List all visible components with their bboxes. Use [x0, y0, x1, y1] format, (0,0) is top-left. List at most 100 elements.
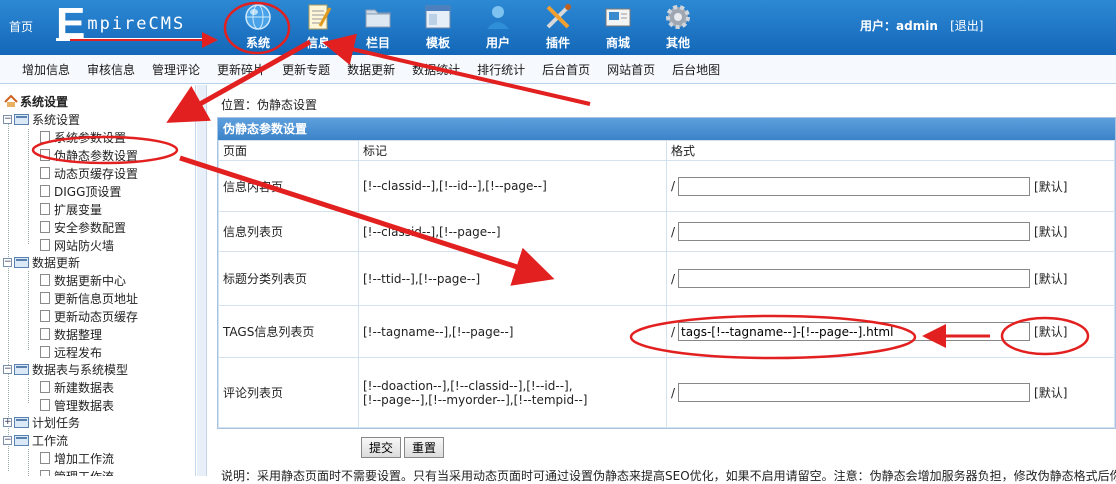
form-buttons: 提交 重置 [361, 437, 447, 458]
tree-item[interactable]: 数据整理 [40, 325, 102, 343]
default-link[interactable]: [默认] [1034, 223, 1067, 240]
collapse-icon[interactable]: − [3, 435, 12, 445]
table-row: 信息内容页 [!--classid--],[!--id--],[!--page-… [218, 160, 1115, 212]
tree-item[interactable]: 更新动态页缓存 [40, 307, 138, 325]
nav-column[interactable]: 栏目 [348, 0, 408, 55]
tree-item[interactable]: 数据更新中心 [40, 271, 126, 289]
format-input[interactable] [678, 176, 1031, 196]
format-input[interactable] [678, 269, 1031, 288]
quick-menu-item[interactable]: 增加信息 [22, 61, 70, 78]
tree-item-label: 数据更新中心 [54, 273, 127, 288]
row-tags: [!--classid--],[!--page--] [358, 211, 667, 252]
tree-item[interactable]: 伪静态参数设置 [40, 146, 138, 164]
nav-user[interactable]: 用户 [468, 0, 528, 55]
quick-menu-item[interactable]: 更新碎片 [217, 61, 265, 78]
top-bar: 首页 E mpireCMS 系统 信息 栏目 模板 用户 插件 商城 其他 用户… [0, 0, 1116, 55]
tree-group-label: 数据更新 [32, 255, 81, 270]
quick-menu: 增加信息 审核信息 管理评论 更新碎片 更新专题 数据更新 数据统计 排行统计 … [0, 55, 1116, 84]
tree-item[interactable]: 管理数据表 [40, 396, 114, 414]
row-page-name: 标题分类列表页 [218, 251, 359, 306]
table-row: 评论列表页 [!--doaction--],[!--classid--],[!-… [218, 357, 1115, 428]
tree-group-scheduled-tasks[interactable]: + 计划任务 [3, 413, 80, 431]
shop-icon [605, 8, 631, 27]
tree-group-label: 数据表与系统模型 [32, 362, 129, 377]
default-link[interactable]: [默认] [1034, 384, 1067, 401]
tree-item-label: 新建数据表 [54, 380, 115, 395]
nav-shop[interactable]: 商城 [588, 0, 648, 55]
username: admin [896, 19, 938, 33]
reset-button[interactable]: 重置 [404, 437, 445, 458]
quick-menu-item[interactable]: 网站首页 [607, 61, 655, 78]
panel-title: 伪静态参数设置 [218, 118, 1115, 140]
folder-icon [14, 363, 29, 375]
quick-menu-item[interactable]: 更新专题 [282, 61, 330, 78]
tree-item-label: 数据整理 [54, 327, 103, 342]
quick-menu-item[interactable]: 管理评论 [152, 61, 200, 78]
logout-link[interactable]: [退出] [950, 19, 983, 33]
default-link[interactable]: [默认] [1034, 270, 1067, 287]
tree-item-label: 管理数据表 [54, 398, 115, 413]
nav-system[interactable]: 系统 [228, 0, 288, 55]
tree-item[interactable]: 新建数据表 [40, 378, 114, 396]
tree-item-label: 增加工作流 [54, 451, 115, 466]
nav-template-label: 模板 [425, 36, 450, 50]
tools-icon [546, 4, 571, 29]
tags-format-input[interactable] [678, 322, 1031, 341]
user-icon [487, 6, 509, 29]
column-header-tags: 标记 [358, 140, 667, 161]
sidebar-splitter[interactable] [197, 85, 207, 476]
submit-button[interactable]: 提交 [361, 437, 402, 458]
tree-item-label: 伪静态参数设置 [54, 148, 139, 163]
page-icon [40, 381, 50, 393]
tree-item[interactable]: 远程发布 [40, 343, 102, 361]
table-header-row: 页面 标记 格式 [218, 140, 1115, 161]
quick-menu-item[interactable]: 审核信息 [87, 61, 135, 78]
tree-item[interactable]: 增加工作流 [40, 449, 114, 467]
quick-menu-item[interactable]: 后台首页 [542, 61, 590, 78]
tree-group-workflow[interactable]: − 工作流 [3, 431, 68, 449]
nav-other[interactable]: 其他 [648, 0, 708, 55]
tree-item[interactable]: DIGG顶设置 [40, 182, 121, 200]
quick-menu-item[interactable]: 数据更新 [347, 61, 395, 78]
expand-icon[interactable]: + [3, 417, 12, 427]
quick-menu-item[interactable]: 排行统计 [477, 61, 525, 78]
tree-item[interactable]: 网站防火墙 [40, 236, 114, 254]
row-tags: [!--classid--],[!--id--],[!--page--] [358, 160, 667, 212]
tree-item[interactable]: 安全参数配置 [40, 218, 126, 236]
default-link[interactable]: [默认] [1034, 323, 1067, 340]
tree-root[interactable]: 系统设置 [4, 93, 68, 110]
tree-item-label: 系统参数设置 [54, 130, 127, 145]
tree-item-label: DIGG顶设置 [54, 184, 122, 199]
nav-info[interactable]: 信息 [288, 0, 348, 55]
quick-menu-item[interactable]: 数据统计 [412, 61, 460, 78]
collapse-icon[interactable]: − [3, 257, 12, 267]
format-input[interactable] [678, 222, 1031, 241]
tree-group-system[interactable]: − 系统设置 [3, 110, 80, 128]
tree-group-tables-models[interactable]: − 数据表与系统模型 [3, 360, 128, 378]
column-header-page: 页面 [218, 140, 359, 161]
format-input[interactable] [678, 383, 1031, 402]
tree-item[interactable]: 扩展变量 [40, 200, 102, 218]
tree-item-label: 更新动态页缓存 [54, 309, 139, 324]
default-link[interactable]: [默认] [1034, 178, 1067, 195]
quick-menu-item[interactable]: 后台地图 [672, 61, 720, 78]
tree-item[interactable]: 动态页缓存设置 [40, 164, 138, 182]
path-slash: / [671, 271, 676, 286]
tree-group-label: 计划任务 [32, 415, 81, 430]
page-icon [40, 328, 50, 340]
path-slash: / [671, 179, 676, 193]
tree-group-data-update[interactable]: − 数据更新 [3, 253, 80, 271]
collapse-icon[interactable]: − [3, 364, 12, 374]
home-link[interactable]: 首页 [9, 18, 33, 35]
row-page-name: 信息内容页 [218, 160, 359, 212]
user-info: 用户：admin [退出] [860, 17, 983, 34]
tree-item[interactable]: 管理工作流 [40, 467, 114, 476]
page-icon [40, 452, 50, 464]
user-prefix: 用户： [860, 19, 897, 33]
tree-item[interactable]: 更新信息页地址 [40, 289, 138, 307]
collapse-icon[interactable]: − [3, 114, 12, 124]
table-row: 信息列表页 [!--classid--],[!--page--] / [默认] [218, 211, 1115, 252]
nav-template[interactable]: 模板 [408, 0, 468, 55]
tree-item[interactable]: 系统参数设置 [40, 128, 126, 146]
nav-plugin[interactable]: 插件 [528, 0, 588, 55]
